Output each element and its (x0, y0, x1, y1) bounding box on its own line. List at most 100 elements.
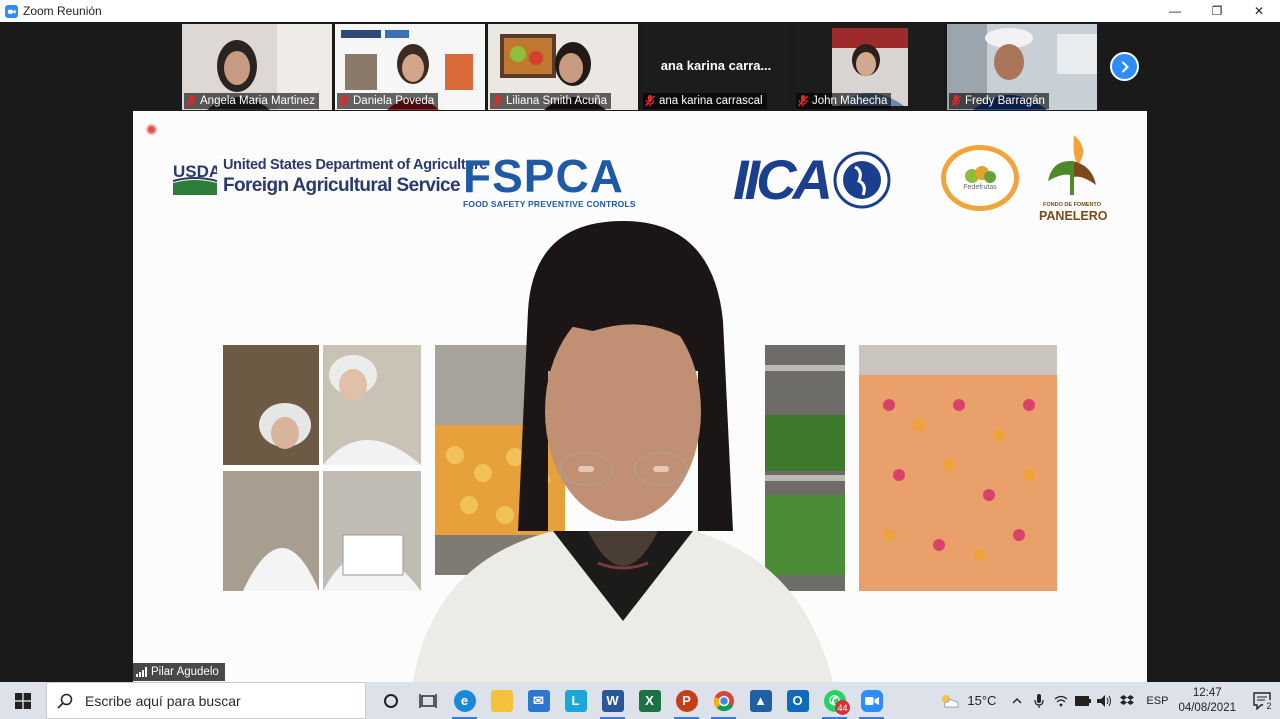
participant-tile[interactable]: Angela Maria Martinez (182, 24, 332, 110)
photos-icon: ▲ (749, 689, 772, 712)
participant-tile[interactable]: Liliana Smith Acuña (488, 24, 638, 110)
taskbar-l-app[interactable]: L (557, 682, 594, 719)
participant-tile[interactable]: Fredy Barragán (947, 24, 1097, 110)
search-placeholder: Escribe aquí para buscar (85, 692, 241, 709)
edge-icon: e (453, 689, 476, 712)
fruit-basket-icon (965, 166, 996, 183)
participant-name: Angela Maria Martinez (200, 95, 316, 107)
dropbox-tray[interactable] (1116, 682, 1138, 719)
meeting-area: Angela Maria Martinez Daniela Poveda Lil… (0, 22, 1280, 682)
panelero-small-text: FONDO DE FOMENTO (1043, 202, 1101, 208)
usda-line-2: Foreign Agricultural Service (223, 175, 461, 196)
whatsapp-badge: 44 (835, 700, 850, 715)
globe-icon (833, 151, 891, 208)
gallery-strip: Angela Maria Martinez Daniela Poveda Lil… (182, 24, 1097, 110)
taskbar-excel[interactable]: X (631, 682, 668, 719)
close-button[interactable]: ✕ (1238, 0, 1280, 22)
window-titlebar: Zoom Reunión — ❐ ✕ (0, 0, 1280, 22)
folder-icon (490, 689, 513, 712)
taskbar-photos[interactable]: ▲ (742, 682, 779, 719)
chevron-right-icon (1121, 61, 1129, 72)
fedefrutas-logo: Fedefrutas (941, 145, 1019, 211)
taskbar-mail[interactable]: ✉ (520, 682, 557, 719)
restore-button[interactable]: ❐ (1196, 0, 1238, 22)
windows-logo-icon (15, 692, 31, 709)
participant-tile[interactable]: John Mahecha (794, 24, 944, 110)
participant-tile[interactable]: Daniela Poveda (335, 24, 485, 110)
start-button[interactable] (0, 682, 46, 719)
mail-icon: ✉ (527, 689, 550, 712)
volume-tray[interactable] (1094, 682, 1116, 719)
taskbar-outlook[interactable]: O (779, 682, 816, 719)
participant-tile[interactable]: ana karina carra... ana karina carrascal (641, 24, 791, 110)
participant-name: John Mahecha (812, 95, 888, 107)
window-title: Zoom Reunión (23, 4, 102, 18)
battery-tray[interactable] (1072, 682, 1094, 719)
zoom-app-icon (5, 4, 18, 18)
clock-date: 04/08/2021 (1178, 701, 1236, 714)
input-language[interactable]: ESP (1146, 695, 1168, 707)
usda-line-1: United States Department of Agriculture (223, 157, 488, 173)
recording-indicator-icon (146, 124, 157, 135)
network-tray[interactable] (1050, 682, 1072, 719)
chrome-icon (713, 690, 734, 711)
panelero-logo: FONDO DE FOMENTO PANELERO (1039, 131, 1108, 223)
taskbar-zoom[interactable] (853, 682, 890, 719)
search-icon (57, 693, 73, 709)
action-center-button[interactable]: 2 (1246, 682, 1280, 719)
active-speaker-video: USDA United States Department of Agricul… (133, 111, 1147, 682)
taskbar-word[interactable]: W (594, 682, 631, 719)
powerpoint-icon: P (675, 689, 698, 712)
panelero-big-text: PANELERO (1039, 209, 1108, 223)
system-tray: 15°C ESP 12:47 04/08/2021 2 (939, 682, 1280, 719)
cloud-sun-icon (942, 694, 960, 707)
excel-icon: X (638, 689, 661, 712)
taskbar-search-box[interactable]: Escribe aquí para buscar (46, 682, 366, 719)
microphone-icon (1034, 693, 1045, 708)
taskbar-clock[interactable]: 12:47 04/08/2021 (1178, 686, 1236, 716)
taskbar-file-explorer[interactable] (483, 682, 520, 719)
usda-mark-icon: USDA (172, 155, 221, 199)
taskbar-whatsapp[interactable]: ✆ 44 (816, 682, 853, 719)
outlook-icon: O (786, 689, 809, 712)
cortana-button[interactable] (372, 682, 409, 719)
taskbar-edge[interactable]: e (446, 682, 483, 719)
mic-muted-icon (186, 95, 196, 107)
participant-label: Daniela Poveda (337, 93, 439, 109)
participant-display-name: ana karina carra... (660, 58, 772, 73)
taskbar-powerpoint[interactable]: P (668, 682, 705, 719)
mic-muted-icon (339, 95, 349, 107)
taskbar-chrome[interactable] (705, 682, 742, 719)
minimize-button[interactable]: — (1154, 0, 1196, 22)
microphone-tray[interactable] (1028, 682, 1050, 719)
weather-widget[interactable]: 15°C (939, 693, 996, 709)
word-icon: W (601, 689, 624, 712)
zoom-icon (860, 689, 883, 712)
wifi-icon (1055, 695, 1068, 706)
active-speaker-name: Pilar Agudelo (151, 666, 219, 678)
speaker-volume-icon (1097, 694, 1112, 707)
gallery-next-button[interactable] (1110, 52, 1139, 81)
active-speaker-label: Pilar Agudelo (133, 663, 225, 681)
show-hidden-icons-button[interactable] (1006, 682, 1028, 719)
participant-name: Fredy Barragán (965, 95, 1045, 107)
temperature: 15°C (967, 693, 997, 708)
windows-taskbar: Escribe aquí para buscar e ✉ L W X P ▲ O… (0, 682, 1280, 719)
mic-muted-icon (645, 95, 655, 107)
task-view-button[interactable] (409, 682, 446, 719)
photo-cereal (859, 345, 1057, 591)
clock-time: 12:47 (1192, 686, 1222, 699)
signal-bars-icon (136, 667, 147, 677)
participant-name: Daniela Poveda (353, 95, 435, 107)
mic-muted-icon (951, 95, 961, 107)
task-view-icon (418, 693, 437, 708)
participant-label: ana karina carrascal (643, 93, 767, 109)
fspca-wordmark: FSPCA (463, 150, 624, 202)
usda-logo: USDA United States Department of Agricul… (172, 155, 488, 199)
participant-label: John Mahecha (796, 93, 892, 109)
speaker-video-person (413, 221, 833, 682)
battery-icon (1075, 695, 1092, 706)
notification-count: 2 (1263, 700, 1275, 712)
dropbox-icon (1120, 694, 1135, 705)
fspca-logo: FSPCA FOOD SAFETY PREVENTIVE CONTROLS (463, 149, 636, 209)
